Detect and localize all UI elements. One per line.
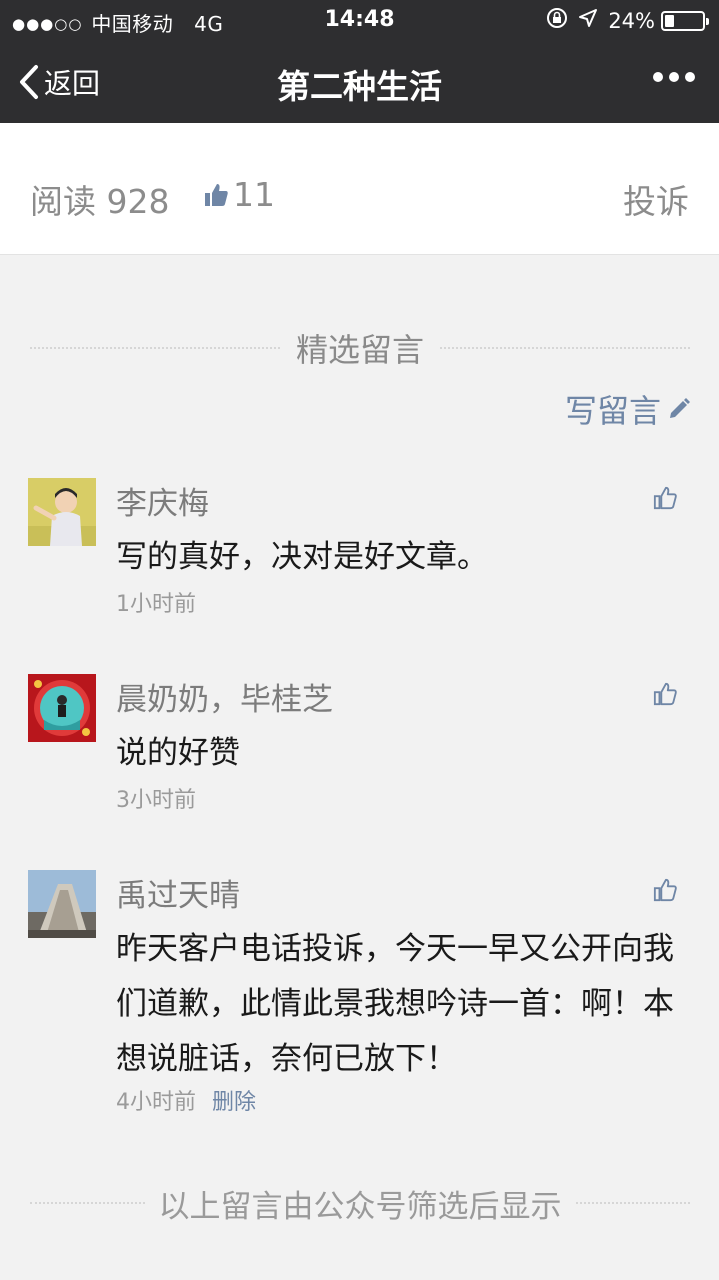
article-stats: 阅读 928 11 投诉 [0, 123, 719, 255]
divider [30, 347, 280, 349]
nav-bar: 返回 第二种生活 [0, 40, 719, 123]
page-title: 第二种生活 [277, 67, 442, 106]
article-like-button[interactable]: 11 [203, 175, 275, 214]
comment-like-button[interactable] [653, 878, 677, 906]
comment-meta: 4小时前 删除 [116, 1084, 256, 1116]
write-comment-label: 写留言 [564, 392, 661, 430]
thumbs-up-outline-icon [653, 682, 677, 706]
avatar[interactable] [28, 478, 96, 546]
thumbs-up-outline-icon [653, 486, 677, 510]
more-menu-icon[interactable] [653, 72, 695, 82]
status-bar: ●●●○○ 中国移动 4G 14:48 24% [0, 0, 719, 40]
comment-time: 4小时前 [116, 1090, 196, 1115]
thumbs-up-icon [205, 183, 228, 206]
write-comment-button[interactable]: 写留言 [565, 386, 691, 432]
commenter-name: 禹过天晴 [116, 878, 240, 914]
commenter-name: 李庆梅 [116, 486, 209, 522]
comment-like-button[interactable] [653, 486, 677, 514]
battery-percent: 24% [608, 8, 655, 33]
comment-text: 昨天客户电话投诉，今天一早又公开向我们道歉，此情此景我想吟诗一首：啊！本想说脏话… [116, 931, 674, 1077]
commenter-name: 晨奶奶，毕桂芝 [116, 682, 333, 718]
comments-heading: 精选留言 [30, 328, 691, 369]
orientation-lock-icon [546, 7, 568, 34]
comment-time: 3小时前 [116, 788, 196, 813]
comment-text: 写的真好，决对是好文章。 [116, 539, 488, 575]
pencil-icon [670, 398, 690, 418]
thumbs-up-outline-icon [653, 878, 677, 902]
avatar[interactable] [28, 674, 96, 742]
read-count: 阅读 928 [30, 182, 170, 221]
divider [30, 1202, 145, 1204]
comments-heading-label: 精选留言 [296, 331, 425, 369]
delete-comment-link[interactable]: 删除 [212, 1090, 256, 1115]
comment-text: 说的好赞 [116, 735, 240, 771]
divider [440, 347, 691, 349]
battery-icon [661, 10, 709, 31]
avatar[interactable] [28, 870, 96, 938]
like-count: 11 [233, 175, 275, 214]
report-link[interactable]: 投诉 [623, 175, 689, 223]
footer-note: 以上留言由公众号筛选后显示 [158, 1188, 562, 1225]
comment-like-button[interactable] [653, 682, 677, 710]
location-arrow-icon [578, 8, 598, 33]
divider [575, 1202, 690, 1204]
comment-time: 1小时前 [116, 592, 196, 617]
status-right: 24% [546, 7, 709, 34]
comments-footer: 以上留言由公众号筛选后显示 [30, 1183, 690, 1225]
